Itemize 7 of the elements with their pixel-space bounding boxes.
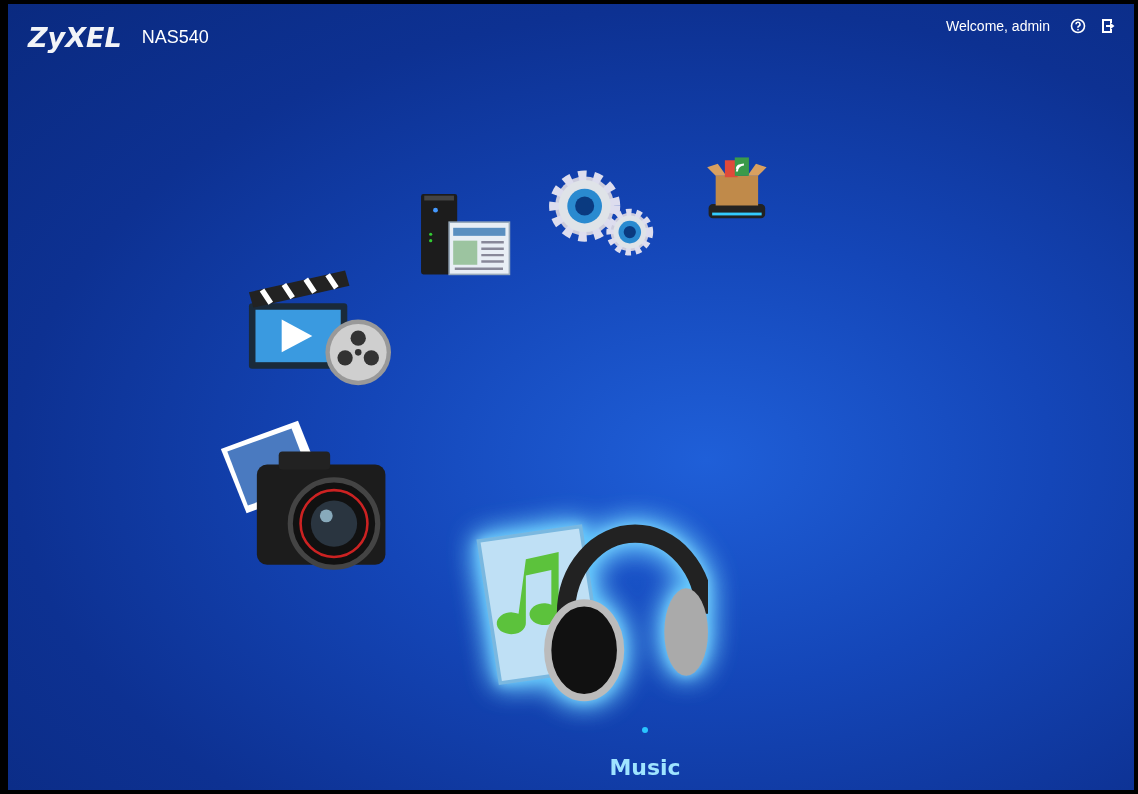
carousel-dot	[642, 727, 648, 733]
device-model: NAS540	[141, 27, 209, 48]
app-title: Music	[609, 755, 681, 780]
logout-icon[interactable]	[1100, 18, 1116, 34]
welcome-text: Welcome, admin	[946, 18, 1050, 34]
logo: ZyXEL	[28, 22, 122, 53]
help-icon[interactable]	[1070, 18, 1086, 34]
